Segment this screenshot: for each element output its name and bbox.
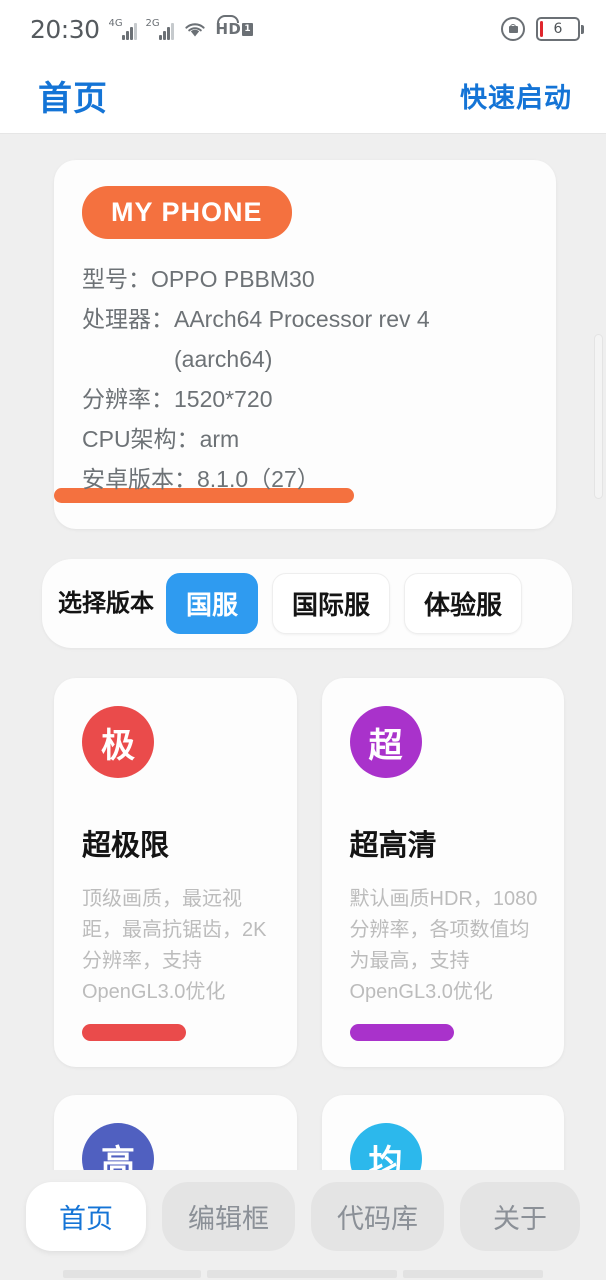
quality-card[interactable]: 均 均衡 bbox=[321, 1095, 564, 1170]
spec-label: 安卓版本： bbox=[82, 466, 197, 492]
spec-value: OPPO PBBM30 bbox=[151, 266, 315, 292]
page-title: 首页 bbox=[38, 80, 108, 118]
spec-label: 分辨率： bbox=[82, 386, 174, 412]
wifi-icon bbox=[184, 23, 205, 37]
quality-cards-grid: 极 超极限 顶级画质，最远视距，最高抗锯齿，2K分辨率，支持OpenGL3.0优… bbox=[54, 678, 564, 1170]
spec-value: AArch64 Processor rev 4 (aarch64) bbox=[174, 306, 430, 372]
version-option-guojifu[interactable]: 国际服 bbox=[272, 573, 391, 634]
hd-badge: 1 bbox=[242, 22, 254, 36]
nav-item-about[interactable]: 关于 bbox=[460, 1181, 580, 1251]
signal-2-icon: 2G bbox=[145, 17, 174, 40]
nav-item-editor[interactable]: 编辑框 bbox=[162, 1181, 295, 1251]
bottom-navigation: 首页 编辑框 代码库 关于 bbox=[0, 1170, 606, 1280]
spec-row: CPU架构： arm bbox=[82, 419, 530, 459]
lock-shackle bbox=[510, 24, 516, 29]
content-scroll-area[interactable]: MY PHONE 型号： OPPO PBBM30 处理器： AArch64 Pr… bbox=[0, 134, 606, 1170]
signal-bar bbox=[133, 22, 137, 40]
spec-row: 型号： OPPO PBBM30 bbox=[82, 259, 530, 299]
status-bar-left: 20:30 4G 2G HD 1 bbox=[30, 14, 254, 44]
signal-bar bbox=[170, 22, 174, 40]
quality-card-title: 超极限 bbox=[82, 830, 170, 862]
signal-bar bbox=[125, 30, 129, 40]
version-option-tiyanfu[interactable]: 体验服 bbox=[404, 573, 523, 634]
spec-value: arm bbox=[199, 426, 240, 452]
signal-bar bbox=[121, 34, 125, 40]
signal-2-label: 2G bbox=[145, 17, 160, 29]
signal-1-icon: 4G bbox=[108, 17, 137, 40]
quality-card[interactable]: 超 超高清 默认画质HDR，1080分辨率，各项数值均为最高，支持OpenGL3… bbox=[321, 678, 564, 1067]
spec-value: 8.1.0（27） bbox=[197, 466, 320, 492]
battery-icon: 6 bbox=[536, 17, 584, 41]
quality-card-action-bar[interactable] bbox=[349, 1024, 454, 1041]
quality-badge-icon: 极 bbox=[82, 706, 154, 778]
quick-start-button[interactable]: 快速启动 bbox=[460, 76, 572, 115]
gesture-bar bbox=[0, 1270, 606, 1280]
status-bar: 20:30 4G 2G HD 1 6 bbox=[0, 0, 606, 58]
battery-nub bbox=[581, 24, 584, 34]
signal-bar bbox=[129, 26, 133, 40]
signal-bar bbox=[162, 30, 166, 40]
spec-row: 安卓版本： 8.1.0（27） bbox=[54, 459, 530, 503]
version-selector: 选择版本 国服 国际服 体验服 bbox=[42, 559, 572, 648]
quality-card-desc: 顶级画质，最远视距，最高抗锯齿，2K分辨率，支持OpenGL3.0优化 bbox=[82, 888, 267, 1003]
status-bar-right: 6 bbox=[501, 17, 584, 41]
quality-badge-icon: 均 bbox=[349, 1123, 422, 1170]
nav-item-home[interactable]: 首页 bbox=[26, 1181, 146, 1251]
app-root: 20:30 4G 2G HD 1 6 首页 快速启动 MY PHONE 型号： … bbox=[0, 0, 606, 1280]
spec-row: 处理器： AArch64 Processor rev 4 (aarch64) bbox=[82, 299, 530, 379]
rotation-lock-icon bbox=[501, 17, 525, 41]
spec-row: 分辨率： 1520*720 bbox=[82, 379, 530, 419]
app-header: 首页 快速启动 bbox=[0, 58, 606, 134]
version-options: 国服 国际服 体验服 bbox=[166, 573, 554, 634]
quality-card-title: 超高清 bbox=[349, 830, 437, 862]
signal-bar bbox=[158, 34, 162, 40]
battery-shell: 6 bbox=[536, 17, 580, 41]
hd-arc bbox=[216, 15, 239, 23]
hd-voice-icon: HD 1 bbox=[216, 15, 254, 38]
spec-label: CPU架构： bbox=[82, 426, 200, 452]
signal-1-label: 4G bbox=[108, 17, 123, 29]
status-clock: 20:30 bbox=[30, 14, 100, 44]
spec-label: 处理器： bbox=[82, 306, 174, 332]
battery-level-text: 6 bbox=[553, 21, 563, 37]
spec-value: 1520*720 bbox=[174, 386, 273, 412]
gesture-segment bbox=[403, 1270, 543, 1278]
version-option-guofu[interactable]: 国服 bbox=[166, 573, 259, 634]
phone-info-card: MY PHONE 型号： OPPO PBBM30 处理器： AArch64 Pr… bbox=[54, 160, 556, 529]
spec-label: 型号： bbox=[82, 266, 151, 292]
gesture-segment bbox=[207, 1270, 397, 1278]
version-selector-label: 选择版本 bbox=[58, 589, 154, 617]
my-phone-badge: MY PHONE bbox=[82, 186, 292, 239]
quality-card-desc: 默认画质HDR，1080分辨率，各项数值均为最高，支持OpenGL3.0优化 bbox=[349, 888, 538, 1003]
quality-badge-icon: 超 bbox=[349, 706, 422, 778]
gesture-segment bbox=[63, 1270, 201, 1278]
scrollbar[interactable] bbox=[594, 334, 603, 499]
nav-item-code-library[interactable]: 代码库 bbox=[311, 1181, 444, 1251]
quality-card-action-bar[interactable] bbox=[82, 1024, 186, 1041]
signal-bar bbox=[166, 26, 170, 40]
quality-badge-icon: 高 bbox=[82, 1123, 154, 1170]
quality-card[interactable]: 极 超极限 顶级画质，最远视距，最高抗锯齿，2K分辨率，支持OpenGL3.0优… bbox=[54, 678, 297, 1067]
quality-card[interactable]: 高 高速 bbox=[54, 1095, 297, 1170]
